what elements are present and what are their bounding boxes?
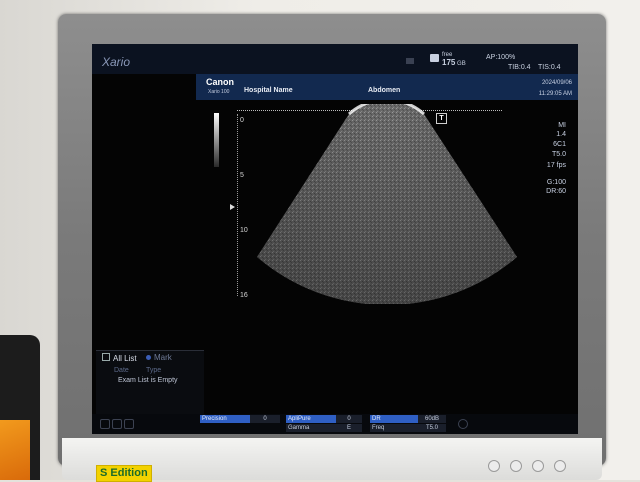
depth-label-5: 5	[240, 172, 244, 179]
freq-value[interactable]: T5.0	[418, 424, 446, 432]
mark-tab[interactable]: Mark	[146, 353, 172, 362]
column-date[interactable]: Date	[114, 367, 129, 374]
precision-value[interactable]: 0	[250, 415, 280, 423]
copy-icon[interactable]	[112, 419, 122, 429]
column-type[interactable]: Type	[146, 367, 161, 374]
side-object	[0, 335, 40, 480]
patient-info-bar: Canon Xario 100 Hospital Name Abdomen 20…	[196, 74, 578, 100]
aplipure-value[interactable]: 0	[336, 415, 362, 423]
tib-index: TIB:0.4	[508, 64, 531, 71]
exam-list-panel: All List Mark Date Type Exam List is Emp…	[96, 350, 204, 417]
param-dr: DR:60	[546, 188, 566, 195]
hard-drive-icon	[430, 54, 439, 62]
monitor-button-3[interactable]	[532, 460, 544, 472]
monitor-buttons	[488, 460, 566, 472]
top-status-bar: Xario free 175 GB AP:100% TIB:0.4 TIS:0.…	[92, 44, 578, 74]
exam-type: Abdomen	[368, 87, 401, 94]
depth-label-10: 10	[240, 227, 248, 234]
dr-label[interactable]: DR	[370, 415, 418, 423]
dr-value[interactable]: 60dB	[418, 415, 446, 423]
storage-unit: GB	[457, 61, 466, 67]
empty-list-text: Exam List is Empty	[118, 377, 178, 384]
settings-icon[interactable]	[458, 419, 468, 429]
bottom-control-bar: Precision 0 ApliPure 0 Gamma E DR 60dB F…	[92, 414, 578, 434]
gamma-label[interactable]: Gamma	[286, 424, 336, 432]
ultrasound-screen: Xario free 175 GB AP:100% TIB:0.4 TIS:0.…	[92, 44, 578, 434]
edition-badge: S Edition	[96, 465, 152, 482]
ultrasound-image	[257, 104, 517, 304]
hospital-name: Hospital Name	[244, 87, 293, 94]
depth-label-0: 0	[240, 117, 244, 124]
focus-marker-icon	[230, 204, 235, 210]
depth-label-16: 16	[240, 292, 248, 299]
tis-index: TIS:0.4	[538, 64, 561, 71]
image-icon[interactable]	[124, 419, 134, 429]
list-icon	[102, 353, 110, 361]
param-mi-label: MI	[558, 122, 566, 129]
brand-label: Xario	[102, 55, 131, 69]
all-list-label: All List	[113, 354, 137, 363]
grayscale-bar	[214, 113, 219, 167]
orange-fabric	[0, 420, 30, 480]
precision-label[interactable]: Precision	[200, 415, 250, 423]
acoustic-power: AP:100%	[486, 54, 516, 61]
exam-time: 11:29:05 AM	[538, 91, 572, 97]
exam-date: 2024/09/06	[541, 80, 572, 86]
monitor-button-2[interactable]	[510, 460, 522, 472]
param-probe: 6C1	[553, 141, 566, 148]
maker-logo: Canon	[206, 77, 234, 87]
gamma-value[interactable]: E	[336, 424, 362, 432]
param-gain: G:100	[546, 179, 566, 186]
mark-icon	[146, 355, 151, 360]
monitor-button-4[interactable]	[554, 460, 566, 472]
param-t: T5.0	[551, 151, 566, 158]
keyboard-icon	[406, 58, 414, 64]
model-name: Xario 100	[208, 89, 230, 95]
depth-scale	[237, 114, 239, 296]
freq-label[interactable]: Freq	[370, 424, 418, 432]
storage-free: free 175 GB	[442, 52, 466, 68]
orientation-marker: T	[436, 113, 447, 124]
storage-value: 175	[442, 58, 456, 67]
param-fps: 17 fps	[546, 162, 566, 169]
monitor-button-1[interactable]	[488, 460, 500, 472]
mark-label: Mark	[154, 353, 172, 362]
all-list-tab[interactable]: All List	[102, 353, 137, 363]
pointer-icon[interactable]	[100, 419, 110, 429]
param-mi-value: 1.4	[556, 131, 566, 138]
aplipure-label[interactable]: ApliPure	[286, 415, 336, 423]
